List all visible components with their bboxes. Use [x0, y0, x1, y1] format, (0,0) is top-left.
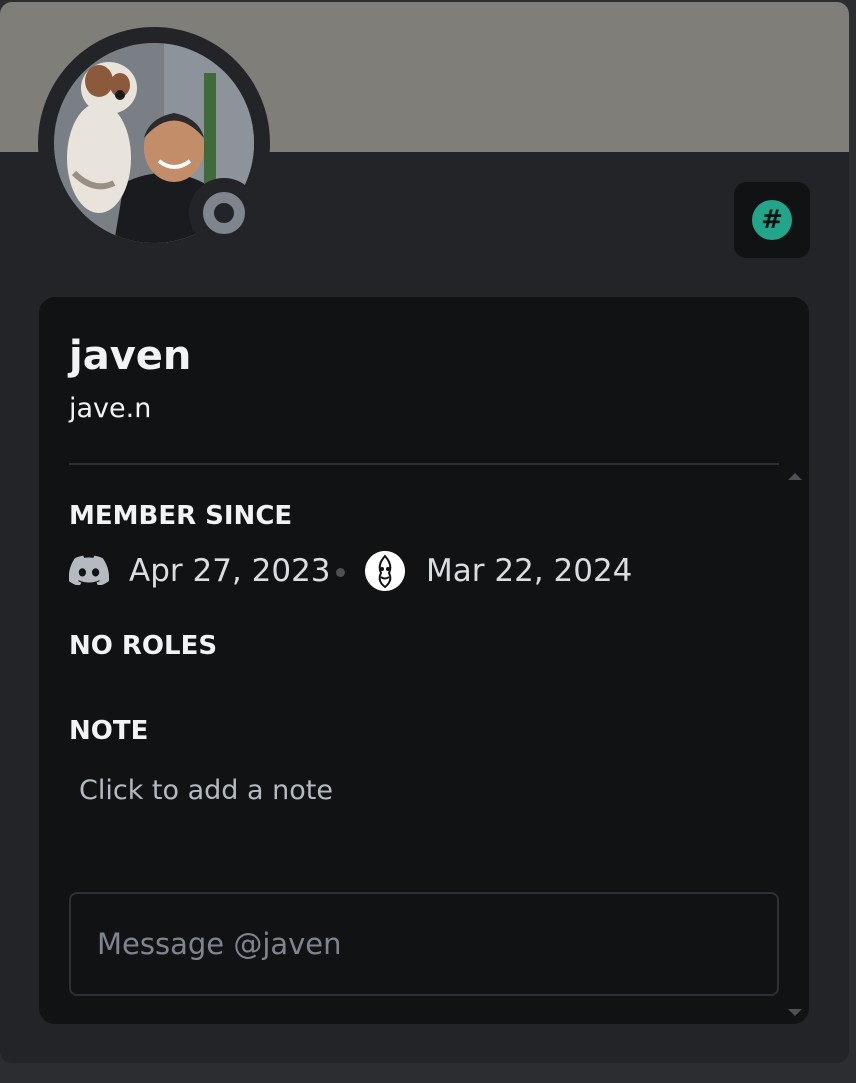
display-name: javen — [69, 333, 192, 379]
scroll-down-arrow[interactable] — [788, 1009, 802, 1016]
note-input[interactable]: Click to add a note — [79, 775, 333, 806]
profile-badge[interactable]: # — [734, 182, 810, 258]
username: jave.n — [69, 393, 152, 424]
message-input[interactable] — [97, 924, 757, 964]
hashtag-badge-icon: # — [752, 200, 792, 240]
scroll-up-arrow[interactable] — [788, 473, 802, 480]
discord-logo-icon — [69, 555, 109, 585]
discord-join-date: Apr 27, 2023 — [129, 553, 331, 589]
note-heading: NOTE — [69, 716, 149, 746]
user-profile-popout: # javen jave.n MEMBER SINCE Apr 27, 2023 — [0, 2, 849, 1063]
offline-status-icon — [203, 192, 245, 234]
server-avatar-icon[interactable] — [365, 551, 405, 591]
member-since-heading: MEMBER SINCE — [69, 501, 293, 531]
server-avatar-image — [365, 551, 405, 591]
roles-heading: NO ROLES — [69, 631, 218, 661]
divider — [69, 463, 779, 465]
profile-body: javen jave.n MEMBER SINCE Apr 27, 2023 M… — [39, 297, 809, 1024]
message-box[interactable] — [69, 892, 779, 996]
member-since-row: Apr 27, 2023 Mar 22, 2024 — [69, 551, 769, 593]
separator-dot — [336, 568, 345, 577]
status-indicator-frame — [189, 178, 259, 248]
server-join-date: Mar 22, 2024 — [426, 553, 633, 589]
